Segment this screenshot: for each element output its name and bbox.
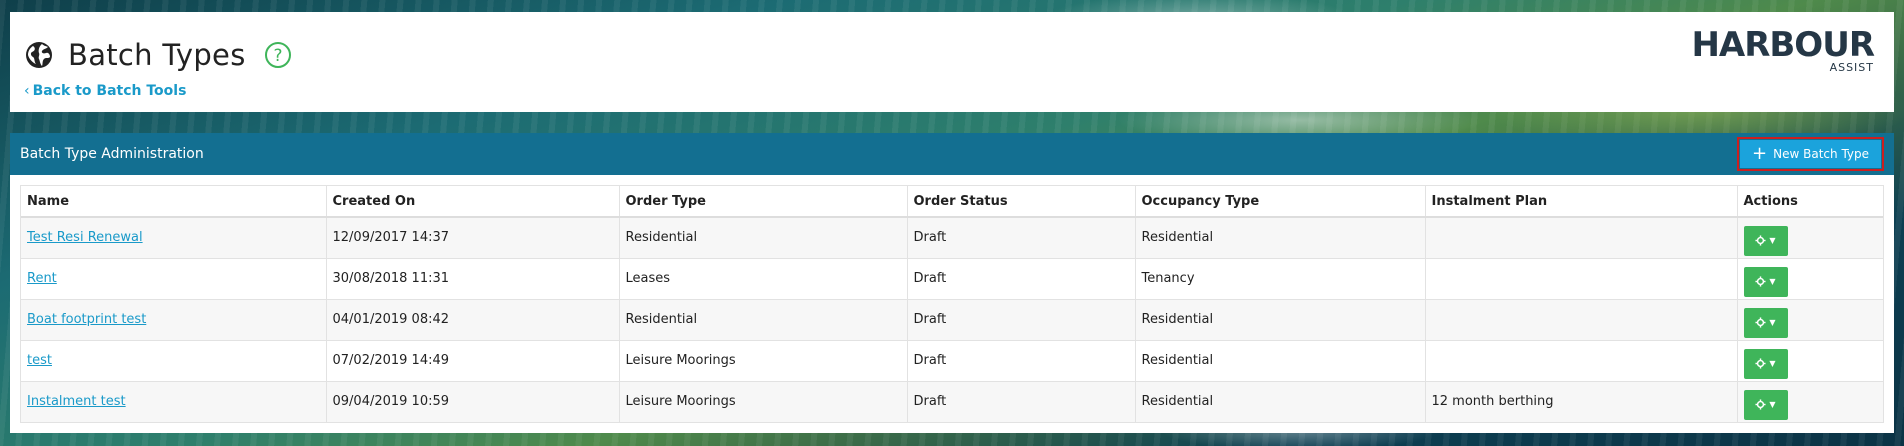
svg-text:?: ? <box>273 46 282 66</box>
batch-type-link[interactable]: Rent <box>27 271 57 286</box>
row-actions-button[interactable]: ▼ <box>1743 225 1788 256</box>
panel-header: Batch Type Administration + New Batch Ty… <box>10 133 1894 175</box>
new-button-highlight: + New Batch Type <box>1737 137 1884 171</box>
column-header-instalment-plan[interactable]: Instalment Plan <box>1425 186 1738 218</box>
help-icon[interactable]: ? <box>264 41 292 69</box>
batch-types-table: Name Created On Order Type Order Status … <box>21 186 1883 422</box>
column-header-occupancy-type[interactable]: Occupancy Type <box>1135 186 1426 218</box>
cell-occupancy-type: Residential <box>1135 380 1426 422</box>
cell-occupancy-type: Tenancy <box>1135 257 1426 299</box>
caret-down-icon: ▼ <box>1769 318 1776 327</box>
column-header-actions: Actions <box>1737 186 1883 218</box>
cell-occupancy-type: Residential <box>1135 339 1426 381</box>
chevron-left-icon: ‹ <box>24 83 30 99</box>
cell-created-on: 30/08/2018 11:31 <box>326 257 620 299</box>
batch-types-table-wrap: Name Created On Order Type Order Status … <box>20 185 1884 423</box>
column-header-created-on[interactable]: Created On <box>326 186 620 218</box>
row-actions-button[interactable]: ▼ <box>1743 307 1788 338</box>
cell-order-status: Draft <box>907 339 1136 381</box>
back-to-batch-tools-link[interactable]: ‹ Back to Batch Tools <box>24 83 186 99</box>
cell-actions: ▼ <box>1737 216 1883 258</box>
row-actions-button[interactable]: ▼ <box>1743 389 1788 420</box>
title-row: Batch Types ? <box>24 38 292 72</box>
table-row: Test Resi Renewal 12/09/2017 14:37 Resid… <box>21 216 1883 258</box>
row-actions-button[interactable]: ▼ <box>1743 348 1788 379</box>
batch-type-link[interactable]: Boat footprint test <box>27 312 146 327</box>
cell-occupancy-type: Residential <box>1135 216 1426 258</box>
cell-name: test <box>21 339 327 381</box>
cell-instalment-plan <box>1425 257 1738 299</box>
cell-actions: ▼ <box>1737 298 1883 340</box>
column-header-name[interactable]: Name <box>21 186 327 218</box>
cell-created-on: 12/09/2017 14:37 <box>326 216 620 258</box>
harbour-assist-logo: HARBOUR ASSIST <box>1691 25 1875 74</box>
cell-order-type: Residential <box>619 216 908 258</box>
cell-created-on: 09/04/2019 10:59 <box>326 380 620 422</box>
row-actions-button[interactable]: ▼ <box>1743 266 1788 297</box>
logo-main-text: HARBOUR <box>1691 25 1875 65</box>
caret-down-icon: ▼ <box>1769 400 1776 410</box>
panel-title: Batch Type Administration <box>20 146 204 162</box>
cell-instalment-plan <box>1425 298 1738 340</box>
table-header-row: Name Created On Order Type Order Status … <box>21 186 1883 218</box>
cell-created-on: 07/02/2019 14:49 <box>326 339 620 381</box>
cell-created-on: 04/01/2019 08:42 <box>326 298 620 340</box>
gear-icon <box>1755 317 1766 328</box>
back-link-label: Back to Batch Tools <box>32 83 187 99</box>
cell-actions: ▼ <box>1737 380 1883 422</box>
page-title: Batch Types <box>68 38 246 72</box>
batch-type-link[interactable]: Instalment test <box>27 394 126 409</box>
column-header-order-type[interactable]: Order Type <box>619 186 908 218</box>
cell-order-type: Leisure Moorings <box>619 339 908 381</box>
cell-order-status: Draft <box>907 298 1136 340</box>
cell-instalment-plan <box>1425 216 1738 258</box>
gear-icon <box>1755 399 1766 410</box>
table-row: Boat footprint test 04/01/2019 08:42 Res… <box>21 298 1883 340</box>
cell-instalment-plan: 12 month berthing <box>1425 380 1738 422</box>
cell-occupancy-type: Residential <box>1135 298 1426 340</box>
cell-order-status: Draft <box>907 257 1136 299</box>
cell-actions: ▼ <box>1737 339 1883 381</box>
cell-name: Rent <box>21 257 327 299</box>
batch-type-link[interactable]: test <box>27 353 52 368</box>
table-row: Instalment test 09/04/2019 10:59 Leisure… <box>21 380 1883 422</box>
cell-order-status: Draft <box>907 216 1136 258</box>
column-header-order-status[interactable]: Order Status <box>907 186 1136 218</box>
cell-order-type: Leases <box>619 257 908 299</box>
caret-down-icon: ▼ <box>1769 277 1776 286</box>
new-batch-type-label: New Batch Type <box>1773 147 1869 161</box>
cell-order-type: Leisure Moorings <box>619 380 908 422</box>
cell-name: Boat footprint test <box>21 298 327 340</box>
plus-icon: + <box>1752 143 1768 164</box>
cell-name: Test Resi Renewal <box>21 216 327 258</box>
batch-type-panel: Batch Type Administration + New Batch Ty… <box>10 133 1894 433</box>
globe-icon <box>24 40 54 70</box>
cell-instalment-plan <box>1425 339 1738 381</box>
gear-icon <box>1755 358 1766 369</box>
cell-actions: ▼ <box>1737 257 1883 299</box>
table-row: test 07/02/2019 14:49 Leisure Moorings D… <box>21 339 1883 381</box>
page-header: Batch Types ? ‹ Back to Batch Tools HARB… <box>10 12 1894 112</box>
new-batch-type-button[interactable]: + New Batch Type <box>1740 140 1881 168</box>
batch-type-link[interactable]: Test Resi Renewal <box>27 230 143 245</box>
gear-icon <box>1755 235 1766 246</box>
caret-down-icon: ▼ <box>1769 359 1776 368</box>
caret-down-icon: ▼ <box>1769 236 1776 246</box>
cell-order-type: Residential <box>619 298 908 340</box>
table-row: Rent 30/08/2018 11:31 Leases Draft Tenan… <box>21 257 1883 299</box>
cell-name: Instalment test <box>21 380 327 422</box>
cell-order-status: Draft <box>907 380 1136 422</box>
gear-icon <box>1755 276 1766 287</box>
